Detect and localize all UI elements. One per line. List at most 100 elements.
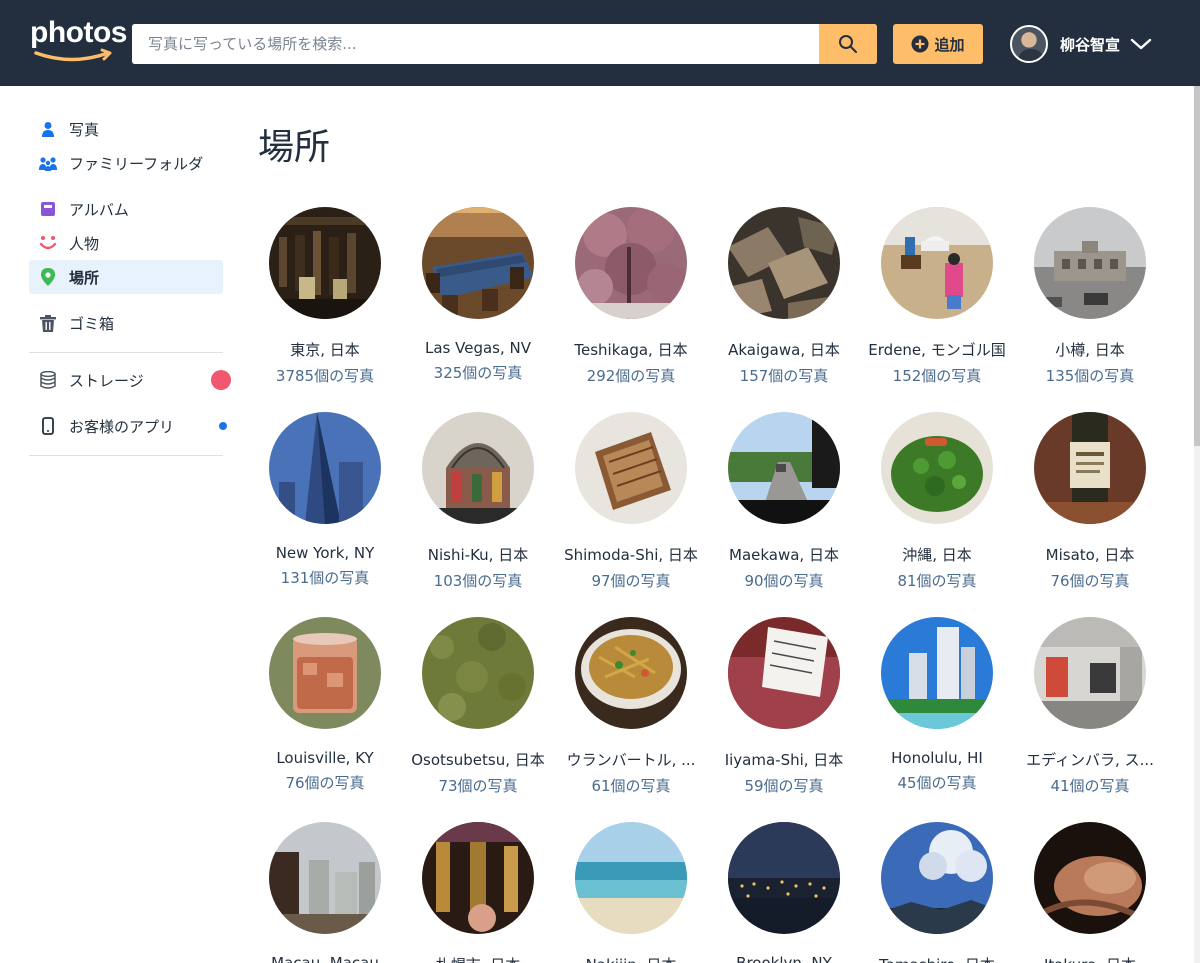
place-thumbnail[interactable] — [881, 412, 993, 524]
place-tile[interactable]: Honolulu, HI 45個の写真 — [862, 617, 1012, 793]
sidebar-item-trash[interactable]: ゴミ箱 — [29, 306, 223, 340]
place-thumbnail[interactable] — [269, 412, 381, 524]
place-thumbnail[interactable] — [575, 617, 687, 729]
place-tile[interactable]: Nishi-Ku, 日本 103個の写真 — [403, 412, 553, 591]
place-thumbnail[interactable] — [728, 207, 840, 319]
place-thumbnail[interactable] — [1034, 822, 1146, 934]
place-tile[interactable]: Osotsubetsu, 日本 73個の写真 — [403, 617, 553, 796]
place-thumbnail[interactable] — [422, 412, 534, 524]
sidebar-item-your-apps[interactable]: お客様のアプリ — [29, 409, 227, 443]
place-thumbnail[interactable] — [881, 617, 993, 729]
place-thumbnail[interactable] — [728, 412, 840, 524]
place-name[interactable]: Macau, Macau — [250, 954, 400, 963]
place-tile[interactable]: Brooklyn, NY — [709, 822, 859, 963]
place-name[interactable]: Brooklyn, NY — [709, 954, 859, 963]
place-tile[interactable]: Teshikaga, 日本 292個の写真 — [556, 207, 706, 386]
place-name[interactable]: Tamashiro, 日本 — [862, 954, 1012, 963]
place-thumbnail[interactable] — [422, 207, 534, 319]
place-tile[interactable]: Iiyama-Shi, 日本 59個の写真 — [709, 617, 859, 796]
place-name[interactable]: Nishi-Ku, 日本 — [403, 544, 553, 565]
place-tile[interactable]: New York, NY 131個の写真 — [250, 412, 400, 588]
place-tile[interactable]: Itakura, 日本 — [1015, 822, 1165, 963]
album-icon — [39, 200, 57, 218]
place-name[interactable]: 沖縄, 日本 — [862, 544, 1012, 565]
place-name[interactable]: 札幌市, 日本 — [403, 954, 553, 963]
place-tile[interactable]: 小樽, 日本 135個の写真 — [1015, 207, 1165, 386]
place-tile[interactable]: Erdene, モンゴル国 152個の写真 — [862, 207, 1012, 386]
place-name[interactable]: Erdene, モンゴル国 — [862, 339, 1012, 360]
sidebar-item-places[interactable]: 場所 — [29, 260, 223, 294]
place-name[interactable]: 小樽, 日本 — [1015, 339, 1165, 360]
place-tile[interactable]: 沖縄, 日本 81個の写真 — [862, 412, 1012, 591]
person-icon — [39, 120, 57, 138]
place-name[interactable]: 東京, 日本 — [250, 339, 400, 360]
search-button[interactable] — [819, 24, 877, 64]
place-thumbnail[interactable] — [881, 822, 993, 934]
place-tile[interactable]: Louisville, KY 76個の写真 — [250, 617, 400, 793]
place-tile[interactable]: Macau, Macau — [250, 822, 400, 963]
place-thumbnail[interactable] — [575, 207, 687, 319]
photo-count: 131個の写真 — [280, 569, 370, 587]
place-tile[interactable]: Maekawa, 日本 90個の写真 — [709, 412, 859, 591]
place-thumbnail[interactable] — [881, 207, 993, 319]
sidebar-item-family-folder[interactable]: ファミリーフォルダ — [29, 146, 223, 180]
place-thumbnail[interactable] — [728, 617, 840, 729]
scrollbar-thumb[interactable] — [1194, 86, 1200, 446]
place-tile[interactable]: ウランバートル, ... 61個の写真 — [556, 617, 706, 796]
search-bar — [132, 24, 877, 64]
place-name[interactable]: ウランバートル, ... — [556, 749, 706, 770]
place-thumbnail[interactable] — [1034, 617, 1146, 729]
place-name[interactable]: Teshikaga, 日本 — [556, 339, 706, 360]
page-title: 場所 — [258, 127, 331, 168]
place-tile[interactable]: Akaigawa, 日本 157個の写真 — [709, 207, 859, 386]
place-name[interactable]: エディンバラ, ス... — [1015, 749, 1165, 770]
sidebar-item-albums[interactable]: アルバム — [29, 192, 223, 226]
place-thumbnail[interactable] — [269, 207, 381, 319]
place-name[interactable]: Maekawa, 日本 — [709, 544, 859, 565]
place-tile[interactable]: 東京, 日本 3785個の写真 — [250, 207, 400, 386]
place-name[interactable]: Las Vegas, NV — [403, 339, 553, 357]
place-tile[interactable]: Tamashiro, 日本 — [862, 822, 1012, 963]
place-tile[interactable]: Las Vegas, NV 325個の写真 — [403, 207, 553, 383]
place-thumbnail[interactable] — [575, 412, 687, 524]
place-thumbnail[interactable] — [269, 822, 381, 934]
place-thumbnail[interactable] — [1034, 412, 1146, 524]
place-tile[interactable]: Misato, 日本 76個の写真 — [1015, 412, 1165, 591]
place-name[interactable]: New York, NY — [250, 544, 400, 562]
place-name[interactable]: Iiyama-Shi, 日本 — [709, 749, 859, 770]
photo-count: 90個の写真 — [744, 572, 824, 590]
photo-count: 73個の写真 — [438, 777, 518, 795]
sidebar-item-photos[interactable]: 写真 — [29, 112, 223, 146]
place-name[interactable]: Misato, 日本 — [1015, 544, 1165, 565]
place-name[interactable]: Nakijin, 日本 — [556, 954, 706, 963]
place-name[interactable]: Itakura, 日本 — [1015, 954, 1165, 963]
photo-count: 76個の写真 — [1050, 572, 1130, 590]
place-name[interactable]: Akaigawa, 日本 — [709, 339, 859, 360]
search-input[interactable] — [132, 24, 819, 64]
user-menu[interactable]: 柳谷智宣 — [1010, 24, 1152, 64]
place-name[interactable]: Osotsubetsu, 日本 — [403, 749, 553, 770]
place-thumbnail[interactable] — [728, 822, 840, 934]
place-thumbnail[interactable] — [422, 617, 534, 729]
sidebar-item-people[interactable]: 人物 — [29, 226, 223, 260]
place-name[interactable]: Louisville, KY — [250, 749, 400, 767]
app-notification-dot — [219, 422, 227, 430]
photo-count: 45個の写真 — [897, 774, 977, 792]
place-name[interactable]: Shimoda-Shi, 日本 — [556, 544, 706, 565]
place-thumbnail[interactable] — [575, 822, 687, 934]
sidebar-divider — [29, 352, 223, 353]
place-thumbnail[interactable] — [422, 822, 534, 934]
place-tile[interactable]: 札幌市, 日本 — [403, 822, 553, 963]
sidebar-item-storage[interactable]: ストレージ — [29, 363, 231, 397]
place-tile[interactable]: Shimoda-Shi, 日本 97個の写真 — [556, 412, 706, 591]
place-thumbnail[interactable] — [269, 617, 381, 729]
place-tile[interactable]: Nakijin, 日本 — [556, 822, 706, 963]
avatar — [1010, 25, 1048, 63]
logo-text: photos — [30, 16, 127, 49]
add-button[interactable]: 追加 — [893, 24, 983, 64]
amazon-photos-logo[interactable]: photos — [30, 16, 127, 70]
place-name[interactable]: Honolulu, HI — [862, 749, 1012, 767]
place-thumbnail[interactable] — [1034, 207, 1146, 319]
place-tile[interactable]: エディンバラ, ス... 41個の写真 — [1015, 617, 1165, 796]
trash-icon — [39, 314, 57, 332]
